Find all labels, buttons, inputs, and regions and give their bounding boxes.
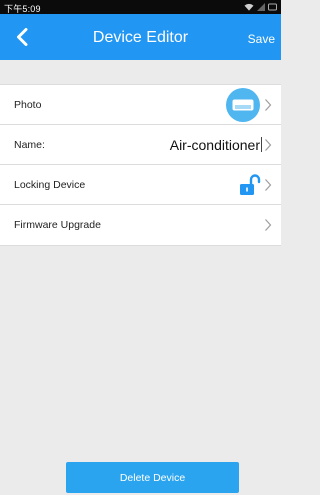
row-locking-device[interactable]: Locking Device xyxy=(0,165,281,205)
row-label-locking-device: Locking Device xyxy=(14,179,86,191)
signal-icon xyxy=(257,3,265,11)
row-label-name: Name: xyxy=(14,139,45,151)
row-label-photo: Photo xyxy=(14,99,42,111)
row-photo[interactable]: Photo xyxy=(0,85,281,125)
chevron-right-icon xyxy=(265,219,272,231)
wifi-icon xyxy=(244,3,254,11)
device-photo[interactable] xyxy=(226,88,260,122)
battery-icon xyxy=(268,3,277,11)
save-button[interactable]: Save xyxy=(248,32,275,46)
unlocked-padlock-icon[interactable] xyxy=(239,174,261,196)
settings-list: Photo Name: Air-conditioner Locking Devi… xyxy=(0,84,281,246)
header-bar: Device Editor Save xyxy=(0,14,281,60)
chevron-right-icon xyxy=(265,179,272,191)
row-firmware-upgrade[interactable]: Firmware Upgrade xyxy=(0,205,281,245)
name-value: Air-conditioner xyxy=(169,137,260,153)
name-field[interactable]: Air-conditioner xyxy=(170,125,262,165)
page-title: Device Editor xyxy=(92,29,189,46)
air-conditioner-icon xyxy=(232,99,254,111)
status-bar: 下午5:09 xyxy=(0,0,281,14)
chevron-right-icon xyxy=(265,139,272,151)
text-cursor xyxy=(261,137,262,152)
status-icons xyxy=(244,2,277,12)
row-name[interactable]: Name: Air-conditioner xyxy=(0,125,281,165)
row-label-firmware-upgrade: Firmware Upgrade xyxy=(14,219,101,231)
chevron-right-icon xyxy=(265,99,272,111)
delete-device-button[interactable]: Delete Device xyxy=(66,462,239,493)
